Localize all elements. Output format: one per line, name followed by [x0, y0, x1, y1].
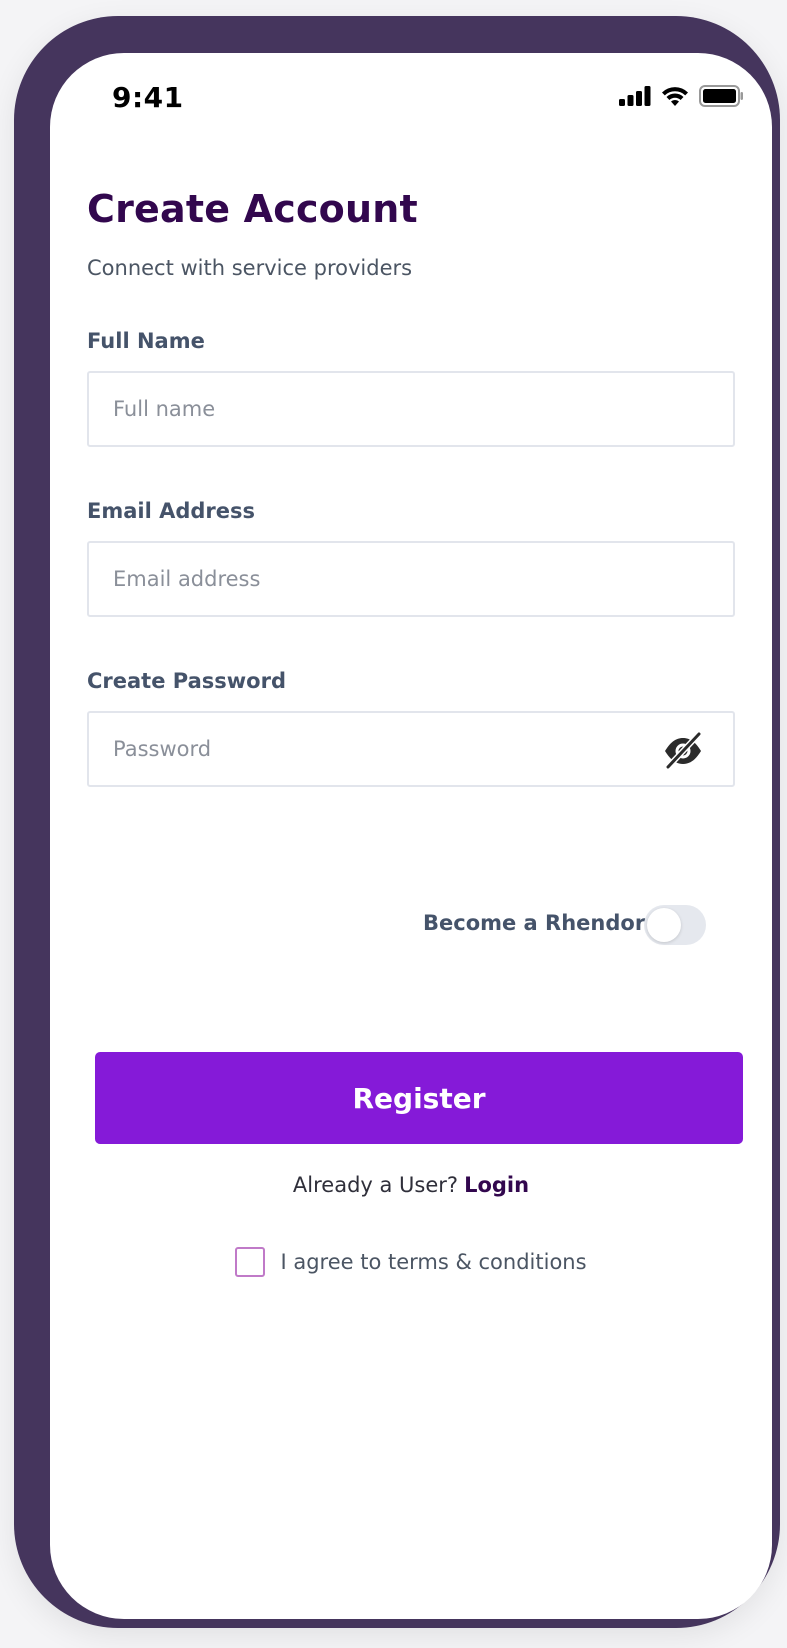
page-title: Create Account — [87, 187, 418, 231]
email-label: Email Address — [87, 499, 256, 523]
login-link[interactable]: Login — [464, 1173, 529, 1197]
toggle-knob — [647, 908, 681, 942]
password-label: Create Password — [87, 669, 286, 693]
wifi-icon — [661, 86, 689, 107]
cellular-signal-icon — [619, 86, 651, 106]
email-input[interactable] — [111, 548, 635, 610]
status-icons — [619, 85, 744, 107]
full-name-label: Full Name — [87, 329, 205, 353]
register-button[interactable]: Register — [95, 1052, 743, 1144]
terms-row: I agree to terms & conditions — [50, 1247, 772, 1277]
app-screen: 9:41 Create Account Connect with service… — [50, 53, 772, 1619]
page-subtitle: Connect with service providers — [87, 256, 413, 280]
terms-checkbox[interactable] — [235, 1247, 266, 1277]
password-input[interactable] — [111, 718, 635, 780]
full-name-input[interactable] — [111, 378, 635, 440]
terms-label: I agree to terms & conditions — [280, 1250, 587, 1274]
eye-off-icon[interactable] — [661, 729, 705, 773]
email-field[interactable] — [87, 541, 735, 617]
battery-icon — [699, 85, 744, 107]
phone-frame: 9:41 Create Account Connect with service… — [14, 16, 780, 1628]
become-rhendor-label: Become a Rhendor — [423, 911, 646, 935]
status-time: 9:41 — [112, 81, 184, 114]
login-prompt-text: Already a User? — [292, 1173, 459, 1197]
become-rhendor-toggle[interactable] — [644, 905, 706, 945]
full-name-field[interactable] — [87, 371, 735, 447]
password-field[interactable] — [87, 711, 735, 787]
login-prompt: Already a User? Login — [50, 1173, 772, 1197]
